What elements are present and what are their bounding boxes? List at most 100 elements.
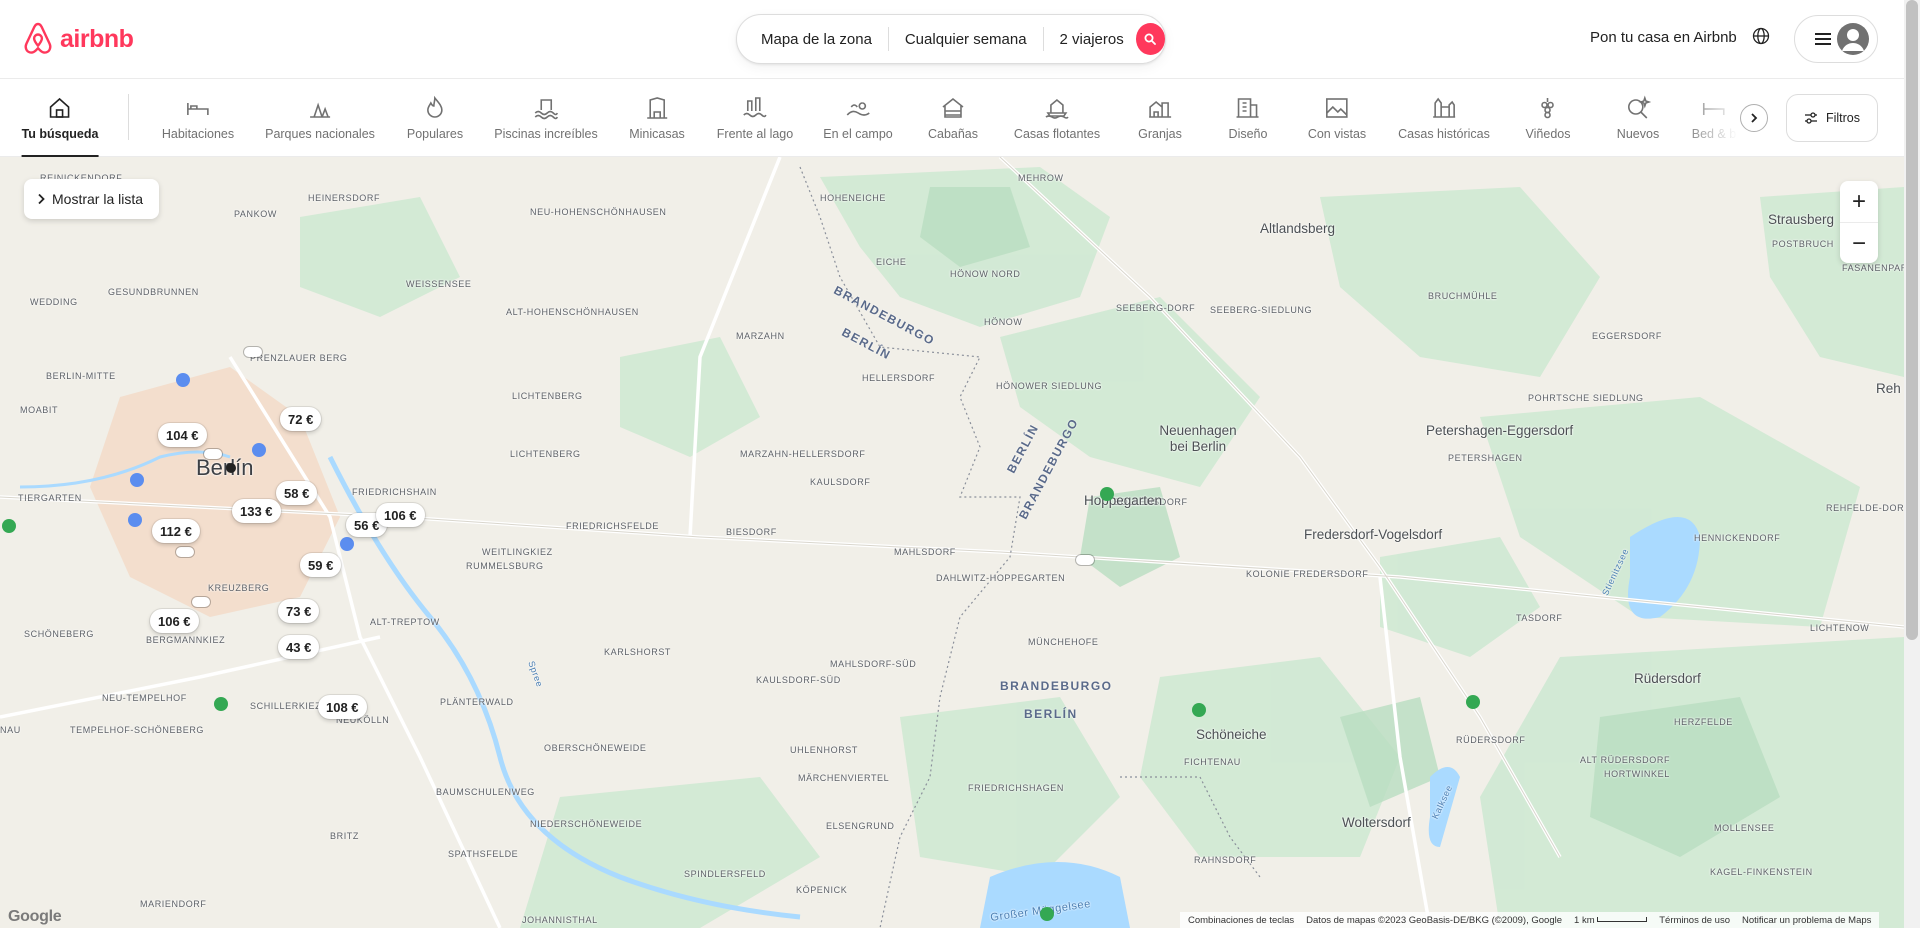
- map-district-label: Hönower Siedlung: [996, 381, 1103, 391]
- map-town-label: Hoppegarten: [1084, 493, 1163, 508]
- map-district-label: Rüdersdorf: [1456, 735, 1526, 745]
- hamburger-icon: [1815, 33, 1831, 45]
- map-price-marker[interactable]: 73 €: [278, 599, 320, 623]
- transit-icon: [128, 513, 142, 527]
- park-poi-icon: [1100, 487, 1114, 501]
- category-label: Casas históricas: [1398, 127, 1490, 141]
- map-listing-dot[interactable]: [244, 347, 262, 357]
- category-label: Viñedos: [1525, 127, 1571, 141]
- category-label: Cabañas: [927, 127, 979, 141]
- map-price-marker[interactable]: 106 €: [150, 609, 199, 633]
- map-price-marker[interactable]: 72 €: [280, 407, 322, 431]
- category-historic[interactable]: Casas históricas: [1398, 79, 1490, 157]
- category-countryside[interactable]: En el campo: [823, 79, 893, 157]
- category-bed[interactable]: Habitaciones: [162, 79, 234, 157]
- category-next-button[interactable]: [1740, 104, 1768, 132]
- search-bar[interactable]: Mapa de la zona Cualquier semana 2 viaje…: [736, 14, 1166, 64]
- category-flame[interactable]: Populares: [407, 79, 463, 157]
- category-divider: [128, 94, 129, 140]
- map-district-label: Heinersdorf: [308, 193, 381, 203]
- map-listing-dot[interactable]: [204, 449, 222, 459]
- category-park[interactable]: Parques nacionales: [265, 79, 375, 157]
- map-district-label: Neu-Tempelhof: [102, 693, 187, 703]
- language-button[interactable]: [1752, 27, 1770, 50]
- map-district-label: Tasdorf: [1516, 613, 1563, 623]
- farm-icon: [1149, 100, 1171, 118]
- sliders-icon: [1804, 112, 1817, 124]
- zoom-out-button[interactable]: −: [1840, 223, 1878, 264]
- vineyard-icon: [1541, 98, 1555, 119]
- map-price-marker[interactable]: 59 €: [300, 553, 342, 577]
- map-district-label: Lichtenberg: [512, 391, 583, 401]
- category-house[interactable]: Tu búsqueda: [21, 79, 99, 157]
- category-pool[interactable]: Piscinas increíbles: [494, 79, 598, 157]
- search-button[interactable]: [1135, 23, 1166, 55]
- map-district-label: Hennickendorf: [1694, 533, 1781, 543]
- category-views[interactable]: Con vistas: [1308, 79, 1366, 157]
- category-design[interactable]: Diseño: [1229, 79, 1267, 157]
- search-dates[interactable]: Cualquier semana: [889, 31, 1043, 48]
- cabin-icon: [942, 97, 964, 118]
- terms-link[interactable]: Términos de uso: [1659, 915, 1730, 926]
- map-view[interactable]: Reinickendorf Pankow Heinersdorf Neu-Hoh…: [0, 157, 1904, 928]
- map-price-marker[interactable]: 106 €: [376, 503, 425, 527]
- map-price-marker[interactable]: 58 €: [276, 481, 318, 505]
- airbnb-logo-icon: [24, 22, 52, 54]
- category-farm[interactable]: Granjas: [1138, 79, 1182, 157]
- map-district-label: Lichtenberg: [510, 449, 581, 459]
- map-district-label: Herzfelde: [1674, 717, 1733, 727]
- map-district-label: Tempelhof-Schöneberg: [70, 725, 205, 735]
- map-price-marker[interactable]: 133 €: [232, 499, 281, 523]
- map-district-label: Dahlwitz-Hoppegarten: [936, 573, 1066, 583]
- map-location-dot: [226, 463, 236, 473]
- category-label: Casas flotantes: [1013, 127, 1101, 141]
- map-district-label: Kreuzberg: [208, 583, 270, 593]
- map-district-label: Rummelsburg: [466, 561, 544, 571]
- map-listing-dot[interactable]: [1076, 555, 1094, 565]
- map-price-marker[interactable]: 108 €: [318, 695, 367, 719]
- zoom-in-button[interactable]: +: [1840, 181, 1878, 222]
- map-footer: Combinaciones de teclas Datos de mapas ©…: [1180, 912, 1880, 928]
- search-location[interactable]: Mapa de la zona: [737, 31, 888, 48]
- park-icon: [309, 102, 330, 118]
- transit-icon: [252, 443, 266, 457]
- category-vineyard[interactable]: Viñedos: [1525, 79, 1571, 157]
- map-listing-dot[interactable]: [192, 597, 210, 607]
- scrollbar-thumb[interactable]: [1906, 0, 1918, 640]
- transit-icon: [130, 473, 144, 487]
- filters-label: Filtros: [1825, 111, 1861, 125]
- category-label: Nuevos: [1616, 127, 1660, 141]
- map-district-label: Bergmannkiez: [146, 635, 226, 645]
- show-list-button[interactable]: Mostrar la lista: [24, 179, 160, 219]
- host-link[interactable]: Pon tu casa en Airbnb: [1590, 29, 1737, 46]
- user-menu-button[interactable]: [1794, 15, 1878, 63]
- search-icon: [1144, 33, 1157, 45]
- category-cabin[interactable]: Cabañas: [928, 79, 978, 157]
- map-district-label: Mollensee: [1714, 823, 1775, 833]
- search-guests[interactable]: 2 viajeros: [1044, 31, 1132, 48]
- map-price-marker[interactable]: 43 €: [278, 635, 320, 659]
- map-town-label: Strausberg: [1768, 212, 1835, 227]
- map-price-marker[interactable]: 112 €: [152, 519, 200, 543]
- category-new[interactable]: Nuevos: [1617, 79, 1659, 157]
- map-district-label: Hortwinkel: [1604, 769, 1670, 779]
- airbnb-logo[interactable]: airbnb: [22, 22, 134, 56]
- map-listing-dot[interactable]: [176, 547, 194, 557]
- google-logo: Google: [8, 908, 62, 925]
- filters-button[interactable]: Filtros: [1786, 94, 1878, 142]
- report-problem-link[interactable]: Notificar un problema de Maps: [1742, 915, 1871, 926]
- map-district-label: Petershagen: [1448, 453, 1523, 463]
- category-houseboat[interactable]: Casas flotantes: [1014, 79, 1100, 157]
- map-district-label: Pohrtsche Siedlung: [1528, 393, 1644, 403]
- map-district-label: Eggersdorf: [1592, 331, 1663, 341]
- category-label: Parques nacionales: [265, 127, 375, 141]
- keyboard-shortcuts-link[interactable]: Combinaciones de teclas: [1188, 915, 1294, 926]
- map-district-label: Eiche: [876, 257, 907, 267]
- category-lake[interactable]: Frente al lago: [717, 79, 793, 157]
- category-label: Tu búsqueda: [21, 127, 99, 141]
- map-district-label: Alt-Treptow: [370, 617, 440, 627]
- category-tiny-house[interactable]: Minicasas: [629, 79, 685, 157]
- map-town-label: Fredersdorf-Vogelsdorf: [1304, 527, 1443, 542]
- map-district-label: Bruchmühle: [1428, 291, 1498, 301]
- map-price-marker[interactable]: 104 €: [158, 423, 207, 447]
